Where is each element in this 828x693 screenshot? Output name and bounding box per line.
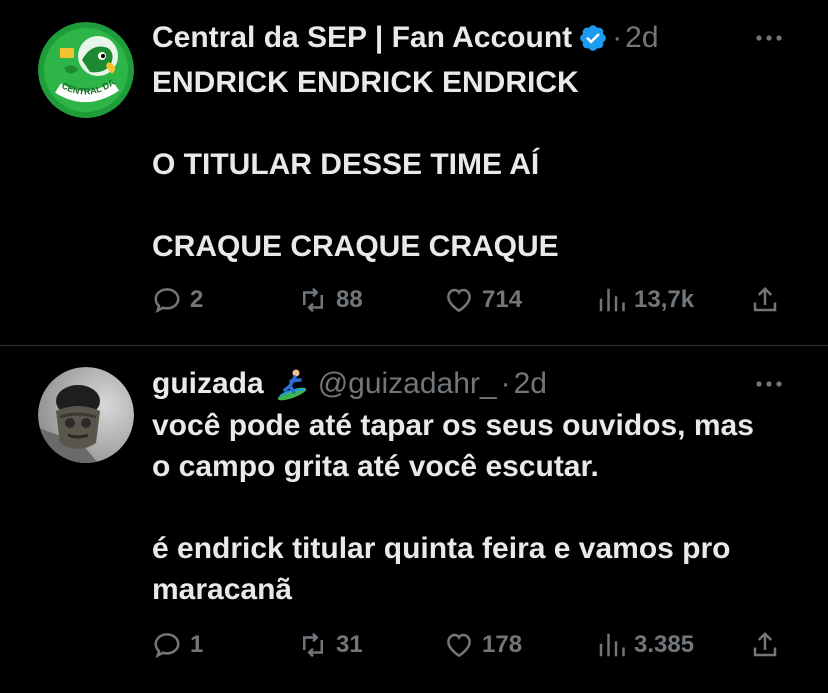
central-da-sep-logo: CENTRAL DA SEP	[38, 22, 134, 118]
retweet-icon	[303, 632, 323, 658]
tweet-line: o campo grita até você escutar.	[152, 450, 599, 483]
views-icon	[599, 633, 625, 657]
avatar[interactable]: CENTRAL DA SEP	[38, 22, 134, 118]
timestamp[interactable]: 2d	[625, 21, 658, 55]
heart-icon	[447, 288, 471, 313]
tweet-line: você pode até tapar os seus ouvidos, mas	[152, 409, 754, 442]
more-options-icon[interactable]	[754, 28, 784, 48]
separator: ·	[612, 21, 623, 54]
reply-icon	[154, 288, 180, 314]
more-options-icon[interactable]	[754, 374, 784, 394]
retweet-button[interactable]: 31	[298, 627, 363, 663]
tweet-header: guizada @guizadahr_ · 2d	[152, 364, 547, 404]
reply-count: 2	[190, 286, 204, 313]
author-name[interactable]: Central da SEP | Fan Account	[152, 21, 572, 55]
retweet-icon	[303, 287, 323, 313]
user-handle[interactable]: @guizadahr_	[318, 367, 497, 401]
view-count: 13,7k	[634, 286, 695, 313]
views-icon	[599, 288, 625, 312]
separator: ·	[500, 367, 511, 400]
tweet-line: é endrick titular quinta feira e vamos p…	[152, 532, 731, 565]
share-icon	[753, 631, 777, 657]
share-button[interactable]	[750, 627, 780, 663]
reply-icon	[154, 633, 180, 659]
avatar[interactable]	[38, 367, 134, 463]
author-name[interactable]: guizada	[152, 367, 264, 401]
tweet-guizada[interactable]: guizada @guizadahr_ · 2d você pode até t…	[0, 346, 828, 693]
views-button[interactable]: 13,7k	[596, 282, 694, 318]
tweet-line: O TITULAR DESSE TIME AÍ	[152, 148, 540, 181]
like-count: 714	[482, 286, 523, 313]
share-icon	[753, 286, 777, 312]
share-button[interactable]	[750, 282, 780, 318]
view-count: 3.385	[634, 631, 695, 658]
timestamp[interactable]: 2d	[514, 367, 547, 401]
like-count: 178	[482, 631, 523, 658]
tweet-actions: 1 31 178 3.385	[152, 627, 792, 663]
guizada-avatar-photo	[38, 367, 134, 463]
tweet-header: Central da SEP | Fan Account · 2d	[152, 18, 659, 58]
retweet-count: 88	[336, 286, 363, 313]
surfer-emoji-icon	[277, 369, 306, 401]
retweet-button[interactable]: 88	[298, 282, 363, 318]
tweet-line: maracanã	[152, 573, 293, 606]
tweet-line: ENDRICK ENDRICK ENDRICK	[152, 66, 579, 99]
like-button[interactable]: 178	[444, 627, 522, 663]
reply-button[interactable]: 2	[152, 282, 203, 318]
like-button[interactable]: 714	[444, 282, 522, 318]
reply-count: 1	[190, 631, 204, 658]
verified-badge-icon	[580, 25, 606, 51]
tweet-text: ENDRICK ENDRICK ENDRICK O TITULAR DESSE …	[152, 62, 802, 267]
retweet-count: 31	[336, 631, 363, 658]
heart-icon	[447, 633, 471, 658]
tweet-central-da-sep[interactable]: CENTRAL DA SEP Central da SEP | Fan Acco…	[0, 0, 828, 345]
reply-button[interactable]: 1	[152, 627, 203, 663]
views-button[interactable]: 3.385	[596, 627, 694, 663]
tweet-text: você pode até tapar os seus ouvidos, mas…	[152, 405, 802, 610]
tweet-line: CRAQUE CRAQUE CRAQUE	[152, 230, 559, 263]
tweet-actions: 2 88 714 13,7k	[152, 282, 792, 318]
